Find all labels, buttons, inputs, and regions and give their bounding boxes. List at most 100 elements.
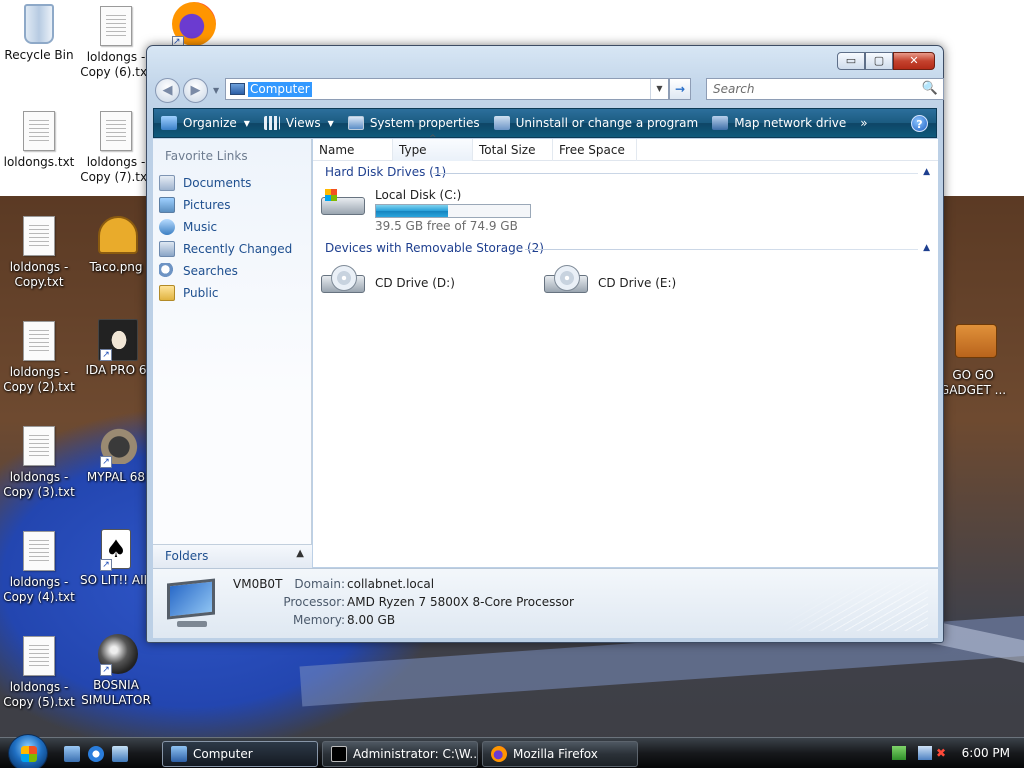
minimize-button[interactable]: ▭	[837, 52, 865, 70]
desktop-icon-mypal[interactable]: ↗ MYPAL 68	[77, 426, 155, 485]
desktop-icon-label: IDA PRO 6	[85, 363, 147, 377]
address-bar[interactable]: Computer ▼	[225, 78, 669, 100]
address-dropdown-button[interactable]: ▼	[650, 79, 668, 99]
desktop-icon-label: loldongs - Copy (6).txt	[80, 50, 152, 79]
desktop-icon-gadget[interactable]: GO GO GADGET ...	[934, 318, 1012, 398]
processor-value: AMD Ryzen 7 5800X 8-Core Processor	[347, 595, 574, 609]
text-file-icon	[100, 6, 132, 46]
drive-cd-d[interactable]: CD Drive (D:)	[321, 265, 455, 297]
desktop-icon-firefox[interactable]: ↗	[172, 2, 216, 48]
file-list[interactable]: Name Type ^ Total Size Free Space Hard D…	[313, 134, 938, 567]
command-prompt-icon	[331, 746, 347, 762]
internet-explorer-icon[interactable]	[88, 746, 104, 762]
desktop-icon-label: Recycle Bin	[4, 48, 74, 62]
maximize-button[interactable]: ▢	[865, 52, 893, 70]
column-header-free-space[interactable]: Free Space	[553, 139, 637, 161]
desktop-icon-text-file[interactable]: loldongs - Copy (5).txt	[0, 636, 78, 710]
desktop-icon-ida-pro[interactable]: ↗ IDA PRO 6	[77, 319, 155, 378]
network-icon[interactable]	[918, 746, 932, 760]
system-properties-icon	[347, 116, 364, 130]
search-icon[interactable]: 🔍	[922, 81, 938, 96]
desktop-icon-solitaire[interactable]: ♠ ↗ SO LIT!! AIR	[77, 529, 155, 588]
desktop-icon-bosnia-simulator[interactable]: ↗ BOSNIA SIMULATOR	[77, 634, 155, 708]
music-icon	[159, 219, 175, 235]
desktop-icon-recycle-bin[interactable]: Recycle Bin	[0, 4, 78, 63]
column-header-total-size[interactable]: Total Size	[473, 139, 553, 161]
close-button[interactable]: ✕	[893, 52, 935, 70]
favorite-link-label: Music	[183, 220, 218, 234]
back-button[interactable]: ◀	[155, 78, 180, 103]
system-tray: ✖ 6:00 PM	[884, 738, 1024, 768]
taskbar-button-computer[interactable]: Computer	[162, 741, 318, 767]
collapse-group-icon[interactable]: ▲	[923, 243, 930, 253]
group-header-removable[interactable]: Devices with Removable Storage (2)	[325, 239, 544, 257]
text-file-icon	[23, 636, 55, 676]
uninstall-program-button[interactable]: Uninstall or change a program	[487, 109, 706, 137]
collapse-group-icon[interactable]: ▲	[923, 167, 930, 177]
desktop-icon-text-file[interactable]: loldongs - Copy (2).txt	[0, 321, 78, 395]
desktop-icon-text-file[interactable]: loldongs - Copy (7).txt	[77, 111, 155, 185]
favorite-links-header: Favorite Links	[165, 149, 248, 163]
show-desktop-icon[interactable]	[64, 746, 80, 762]
domain-label: Domain:	[294, 577, 345, 591]
folders-toggle[interactable]: Folders ▲	[153, 544, 312, 568]
network-drive-icon	[712, 116, 729, 130]
address-value[interactable]: Computer	[248, 82, 312, 97]
favorite-link-pictures[interactable]: Pictures	[159, 195, 231, 215]
decorative-swoosh	[778, 577, 928, 631]
system-properties-label: System properties	[369, 116, 480, 130]
drive-cd-e[interactable]: CD Drive (E:)	[544, 265, 676, 297]
details-pane: VM0B0T Domain: collabnet.local Processor…	[153, 568, 938, 638]
search-input[interactable]: Search 🔍	[706, 78, 944, 100]
map-network-drive-button[interactable]: Map network drive	[705, 109, 853, 137]
system-properties-button[interactable]: System properties	[341, 109, 487, 137]
taskbar-button-firefox[interactable]: Mozilla Firefox	[482, 741, 638, 767]
favorite-link-label: Pictures	[183, 198, 231, 212]
briefcase-icon	[955, 324, 997, 358]
column-header-label: Type	[399, 143, 427, 157]
more-commands-button[interactable]: »	[853, 109, 874, 137]
desktop-icon-label: loldongs - Copy (7).txt	[80, 155, 152, 184]
desktop-icon-text-file[interactable]: loldongs - Copy (6).txt	[77, 6, 155, 80]
favorite-link-documents[interactable]: Documents	[159, 173, 251, 193]
network-status-icon[interactable]	[892, 746, 906, 760]
desktop-icon-image-file[interactable]: Taco.png	[77, 216, 155, 275]
desktop-icon-label: loldongs.txt	[3, 155, 75, 169]
searches-icon	[159, 263, 175, 279]
documents-icon	[159, 175, 175, 191]
firefox-icon	[491, 746, 507, 762]
group-header-hard-disks[interactable]: Hard Disk Drives (1)	[325, 163, 446, 181]
organize-button[interactable]: Organize ▼	[154, 109, 257, 137]
clock[interactable]: 6:00 PM	[962, 746, 1010, 760]
volume-muted-icon[interactable]: ✖	[936, 746, 950, 760]
views-button[interactable]: Views ▼	[257, 109, 341, 137]
column-header-name[interactable]: Name	[313, 139, 393, 161]
desktop-icon-text-file[interactable]: loldongs - Copy.txt	[0, 216, 78, 290]
drive-local-disk-c[interactable]: Local Disk (C:) 39.5 GB free of 74.9 GB	[321, 187, 531, 233]
go-button[interactable]: →	[669, 78, 691, 100]
help-icon[interactable]: ?	[911, 115, 928, 132]
forward-button[interactable]: ▶	[183, 78, 208, 103]
favorite-link-public[interactable]: Public	[159, 283, 219, 303]
explorer-window[interactable]: ▭ ▢ ✕ ◀ ▶ ▼ Computer ▼ → Search 🔍 Organi…	[146, 45, 944, 643]
favorite-link-recently-changed[interactable]: Recently Changed	[159, 239, 292, 259]
desktop-icon-label: loldongs - Copy (3).txt	[3, 470, 75, 499]
domain-value: collabnet.local	[347, 577, 435, 591]
favorite-link-label: Searches	[183, 264, 238, 278]
shortcut-arrow-icon: ↗	[100, 456, 112, 468]
switch-windows-icon[interactable]	[112, 746, 128, 762]
favorite-link-searches[interactable]: Searches	[159, 261, 238, 281]
map-network-drive-label: Map network drive	[734, 116, 847, 130]
text-file-icon	[100, 111, 132, 151]
desktop-icon-text-file[interactable]: loldongs - Copy (3).txt	[0, 426, 78, 500]
search-placeholder: Search	[713, 82, 755, 96]
recent-pages-dropdown[interactable]: ▼	[213, 86, 219, 95]
cd-drive-icon	[544, 265, 590, 297]
start-button[interactable]	[8, 734, 48, 768]
favorite-link-music[interactable]: Music	[159, 217, 217, 237]
favorite-link-label: Documents	[183, 176, 252, 190]
taskbar-button-cmd[interactable]: Administrator: C:\W...	[322, 741, 478, 767]
desktop-icon-text-file[interactable]: loldongs - Copy (4).txt	[0, 531, 78, 605]
desktop-icon-text-file[interactable]: loldongs.txt	[0, 111, 78, 170]
cd-drive-icon	[321, 265, 367, 297]
